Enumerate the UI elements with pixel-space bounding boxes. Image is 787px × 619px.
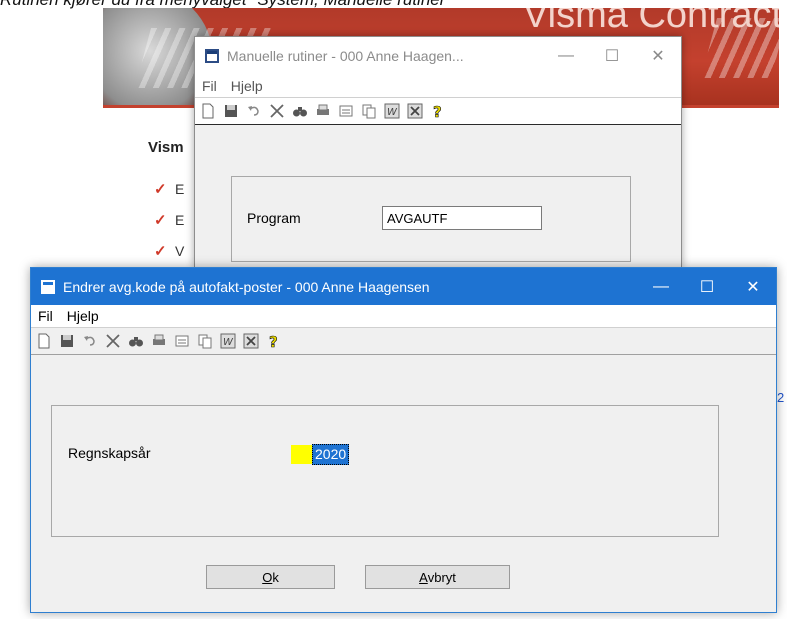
bullet-text: E [175, 212, 185, 228]
menu-bar: Fil Hjelp [195, 75, 681, 97]
background-link-text: 2 [777, 390, 785, 405]
menu-bar: Fil Hjelp [31, 305, 776, 327]
endrer-avgkode-window: Endrer avg.kode på autofakt-poster - 000… [30, 267, 777, 613]
print-icon[interactable] [150, 332, 168, 350]
svg-text:W: W [223, 337, 234, 348]
ok-label: k [272, 569, 279, 585]
highlight-marker [291, 444, 312, 464]
bullet-text: V [175, 243, 185, 259]
manuelle-rutiner-window: Manuelle rutiner - 000 Anne Haagen... — … [194, 36, 682, 268]
svg-text:?: ? [269, 333, 278, 349]
regnskapsar-input[interactable]: 2020 [291, 443, 350, 465]
new-document-icon[interactable] [199, 102, 217, 120]
svg-text:?: ? [433, 103, 442, 119]
copy-icon[interactable] [360, 102, 378, 120]
visma-heading: Vism [148, 139, 184, 156]
toolbar: W ? [195, 97, 681, 125]
word-export-icon[interactable]: W [383, 102, 401, 120]
ok-button[interactable]: Ok [206, 565, 335, 589]
help-icon[interactable]: ? [265, 332, 283, 350]
maximize-button[interactable]: ☐ [684, 272, 730, 302]
cancel-button[interactable]: Avbryt [365, 565, 510, 589]
menu-hjelp[interactable]: Hjelp [224, 78, 270, 94]
close-button[interactable]: ✕ [635, 41, 681, 71]
checkmark-icon: ✓ [154, 243, 167, 260]
save-icon[interactable] [222, 102, 240, 120]
maximize-button[interactable]: ☐ [589, 41, 635, 71]
cancel-accelerator: A [419, 569, 428, 585]
menu-fil[interactable]: Fil [195, 78, 224, 94]
find-icon[interactable] [291, 102, 309, 120]
new-document-icon[interactable] [35, 332, 53, 350]
window-title: Endrer avg.kode på autofakt-poster - 000… [63, 278, 430, 295]
regnskapsar-label: Regnskapsår [68, 445, 151, 461]
cancel-label: vbryt [427, 569, 456, 585]
help-icon[interactable]: ? [429, 102, 447, 120]
minimize-button[interactable]: — [638, 272, 684, 302]
app-window-icon [41, 279, 55, 294]
checkmark-icon: ✓ [154, 181, 167, 198]
program-label: Program [247, 210, 301, 226]
word-export-icon[interactable]: W [219, 332, 237, 350]
minimize-button[interactable]: — [543, 41, 589, 71]
delete-icon[interactable] [268, 102, 286, 120]
undo-icon[interactable] [81, 332, 99, 350]
svg-text:W: W [387, 107, 398, 118]
regnskapsar-group-box [51, 405, 719, 537]
toolbar: W ? [31, 327, 776, 355]
titlebar: Endrer avg.kode på autofakt-poster - 000… [31, 268, 776, 305]
excel-export-icon[interactable] [242, 332, 260, 350]
window-title: Manuelle rutiner - 000 Anne Haagen... [227, 48, 464, 64]
titlebar: Manuelle rutiner - 000 Anne Haagen... — … [195, 37, 681, 75]
copy-icon[interactable] [196, 332, 214, 350]
delete-icon[interactable] [104, 332, 122, 350]
checkmark-icon: ✓ [154, 212, 167, 229]
regnskapsar-value: 2020 [312, 443, 350, 465]
program-input[interactable]: AVGAUTF [382, 206, 542, 230]
excel-export-icon[interactable] [406, 102, 424, 120]
brand-title: Visma Contracting [523, 8, 779, 36]
form-icon[interactable] [173, 332, 191, 350]
undo-icon[interactable] [245, 102, 263, 120]
save-icon[interactable] [58, 332, 76, 350]
app-window-icon [205, 49, 219, 63]
find-icon[interactable] [127, 332, 145, 350]
bullet-text: E [175, 181, 185, 197]
print-icon[interactable] [314, 102, 332, 120]
close-button[interactable]: ✕ [730, 272, 776, 302]
ok-accelerator: O [262, 569, 273, 585]
menu-fil[interactable]: Fil [31, 308, 60, 324]
form-icon[interactable] [337, 102, 355, 120]
menu-hjelp[interactable]: Hjelp [60, 308, 106, 324]
